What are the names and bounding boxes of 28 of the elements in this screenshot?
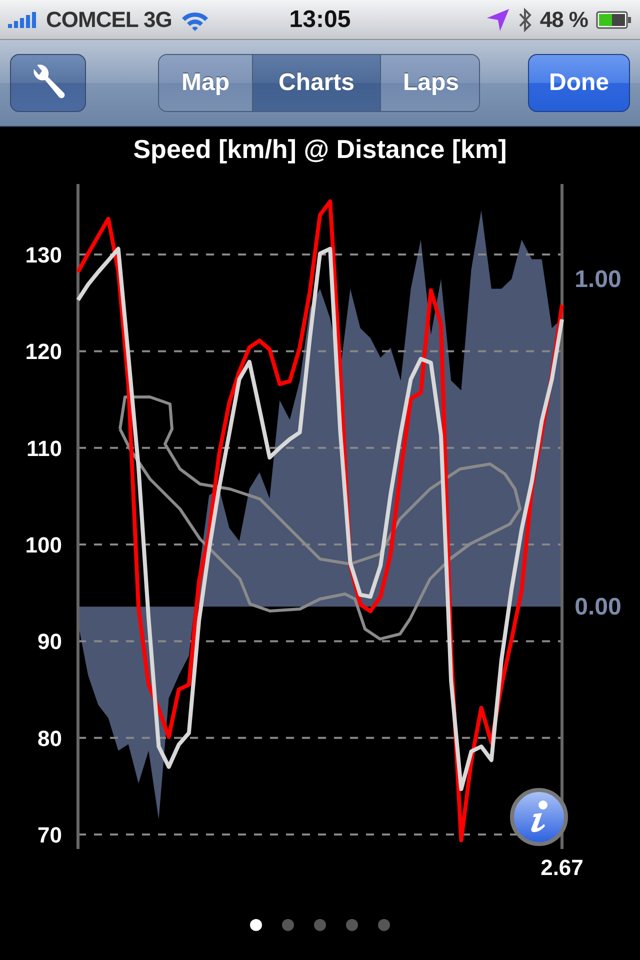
battery-percent: 48 % bbox=[540, 6, 588, 32]
axis-label: 100 bbox=[25, 532, 62, 558]
segment-tab[interactable]: Laps bbox=[381, 55, 479, 111]
page-dot[interactable] bbox=[346, 918, 358, 930]
bluetooth-icon bbox=[518, 6, 532, 32]
segment-tab[interactable]: Charts bbox=[253, 55, 381, 111]
axis-label: 80 bbox=[38, 726, 62, 751]
segment-tab[interactable]: Map bbox=[159, 55, 253, 111]
done-button[interactable]: Done bbox=[528, 54, 630, 112]
axis-label: 120 bbox=[25, 339, 62, 364]
carrier-name: COMCEL 3G bbox=[46, 6, 172, 32]
page-dot[interactable] bbox=[250, 918, 262, 930]
clock: 13:05 bbox=[289, 6, 351, 34]
axis-label: 2.67 bbox=[540, 855, 584, 880]
axis-label: 0.00 bbox=[574, 594, 622, 621]
axis-label: 110 bbox=[26, 436, 62, 461]
settings-button[interactable] bbox=[10, 54, 86, 112]
axis-label: 1.00 bbox=[574, 266, 622, 293]
chart-title: Speed [km/h] @ Distance [km] bbox=[132, 133, 508, 166]
axis-label: 90 bbox=[38, 629, 62, 654]
location-arrow-icon bbox=[486, 8, 510, 32]
page-dot[interactable] bbox=[282, 918, 294, 930]
axis-label: 70 bbox=[38, 822, 62, 848]
page-dot[interactable] bbox=[378, 918, 390, 930]
page-dot[interactable] bbox=[314, 918, 326, 930]
axis-label: 130 bbox=[25, 242, 62, 268]
signal-icon bbox=[8, 12, 38, 28]
battery-icon bbox=[596, 10, 632, 30]
